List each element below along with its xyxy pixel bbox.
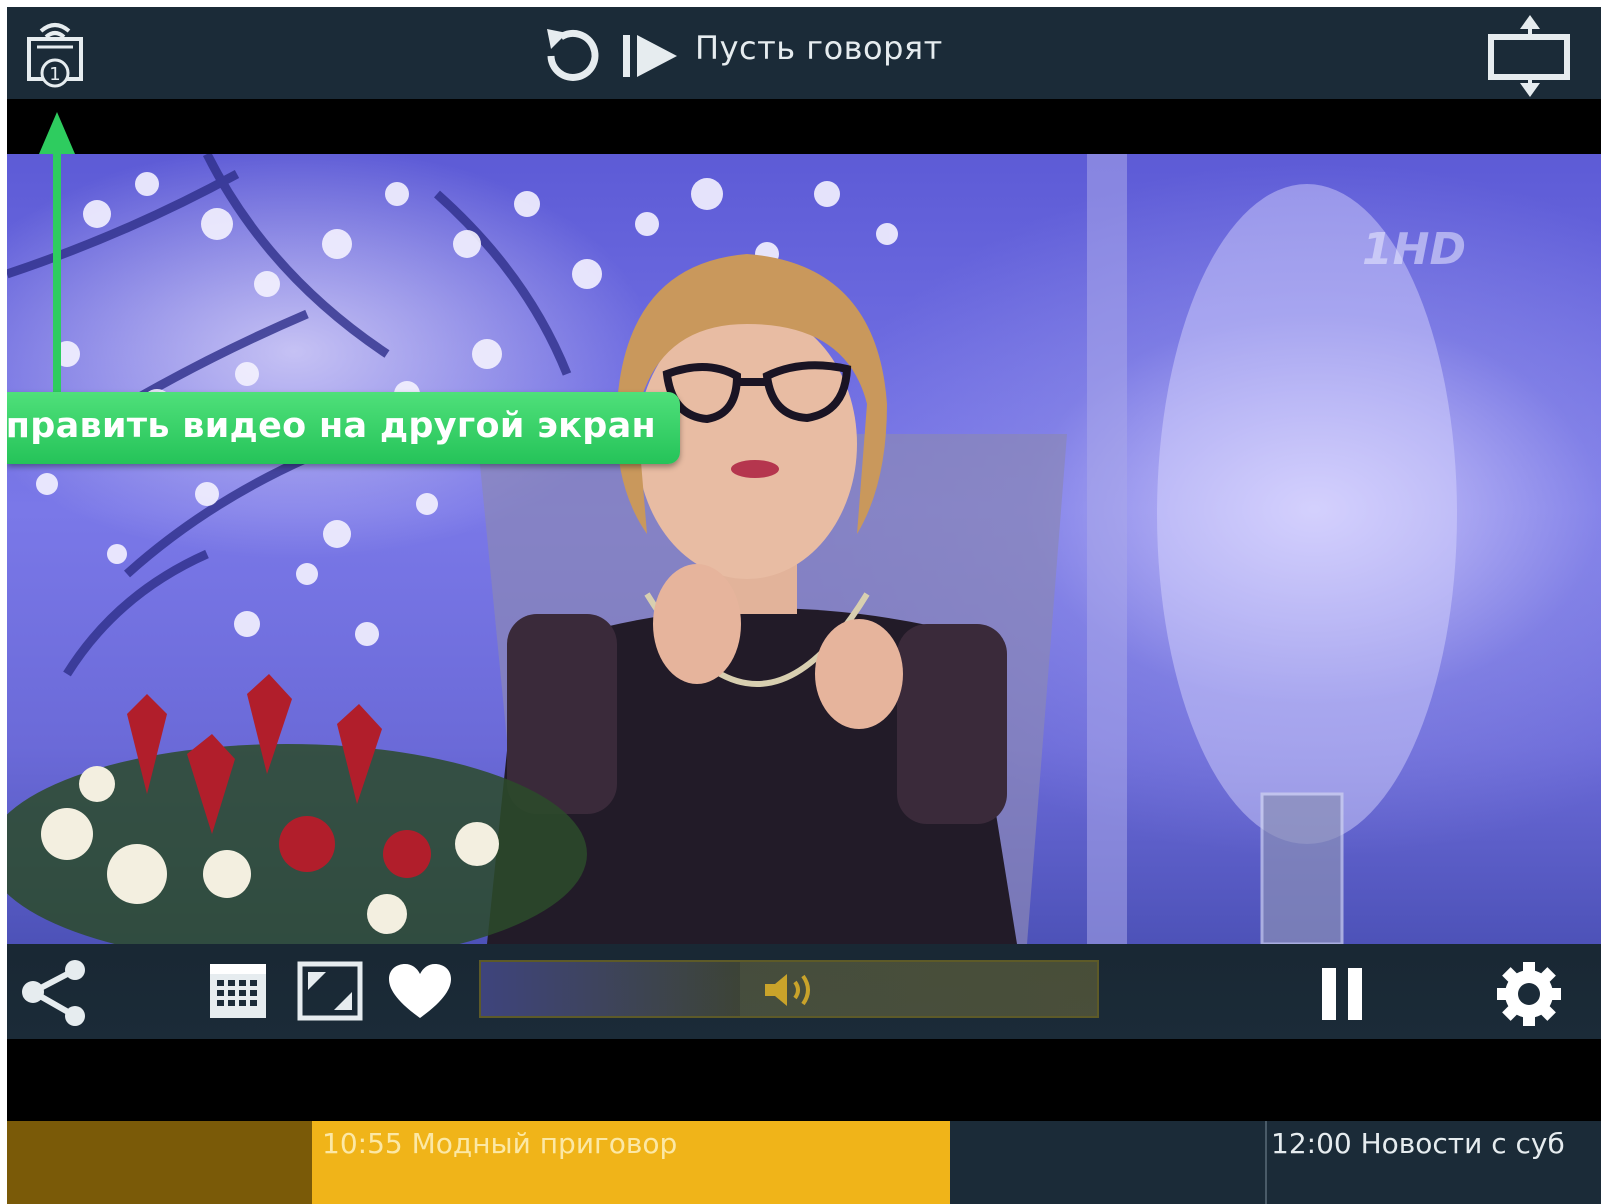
cast-icon: 1 [27, 23, 83, 88]
picture-in-picture-button[interactable] [296, 960, 364, 1022]
pause-button[interactable] [1312, 960, 1372, 1026]
channel-watermark: 1HD [1362, 224, 1466, 275]
program-guide-bar: 10:55 Модный приговор 12:00 Новости с су… [7, 1121, 1601, 1204]
hint-arrow [39, 112, 75, 402]
share-icon [22, 960, 85, 1026]
hint-text: тправить видео на другой экран [7, 406, 656, 446]
letterbox-top [7, 99, 1601, 154]
pip-icon [297, 961, 363, 1021]
cast-to-screen-button[interactable]: 1 [15, 17, 95, 93]
program-title: Пусть говорят [695, 29, 943, 67]
volume-slider[interactable] [479, 960, 1099, 1018]
calendar-icon [210, 964, 266, 1018]
tv-player-app: 1 Пусть говорят 1HD 10:55 Модный пригово… [7, 7, 1601, 1204]
epg-divider [1265, 1121, 1267, 1204]
play-next-icon [623, 35, 677, 77]
favorite-button[interactable] [387, 962, 453, 1022]
playback-controls [7, 944, 1601, 1039]
epg-current-program[interactable]: 10:55 Модный приговор [312, 1121, 950, 1204]
share-button[interactable] [17, 958, 89, 1026]
replay-button[interactable] [537, 23, 607, 89]
aspect-ratio-button[interactable] [1483, 13, 1573, 99]
video-frame[interactable]: 1HD [7, 154, 1601, 944]
hint-tooltip: тправить видео на другой экран [7, 392, 680, 464]
cast-badge: 1 [49, 64, 60, 85]
top-bar: 1 Пусть говорят [7, 7, 1601, 99]
pause-icon [1322, 968, 1362, 1020]
schedule-button[interactable] [207, 958, 269, 1022]
gear-icon [1497, 962, 1561, 1026]
volume-fill [481, 962, 740, 1016]
aspect-ratio-icon [1488, 15, 1570, 97]
settings-button[interactable] [1493, 958, 1565, 1030]
epg-past-segment [7, 1121, 312, 1204]
play-from-start-button[interactable] [619, 31, 683, 81]
replay-icon [547, 29, 599, 81]
letterbox-bottom [7, 1039, 1601, 1121]
heart-icon [389, 964, 451, 1018]
volume-icon [765, 974, 810, 1006]
epg-current-label: 10:55 Модный приговор [322, 1127, 678, 1160]
epg-next-program[interactable]: 12:00 Новости с суб [1271, 1127, 1565, 1160]
